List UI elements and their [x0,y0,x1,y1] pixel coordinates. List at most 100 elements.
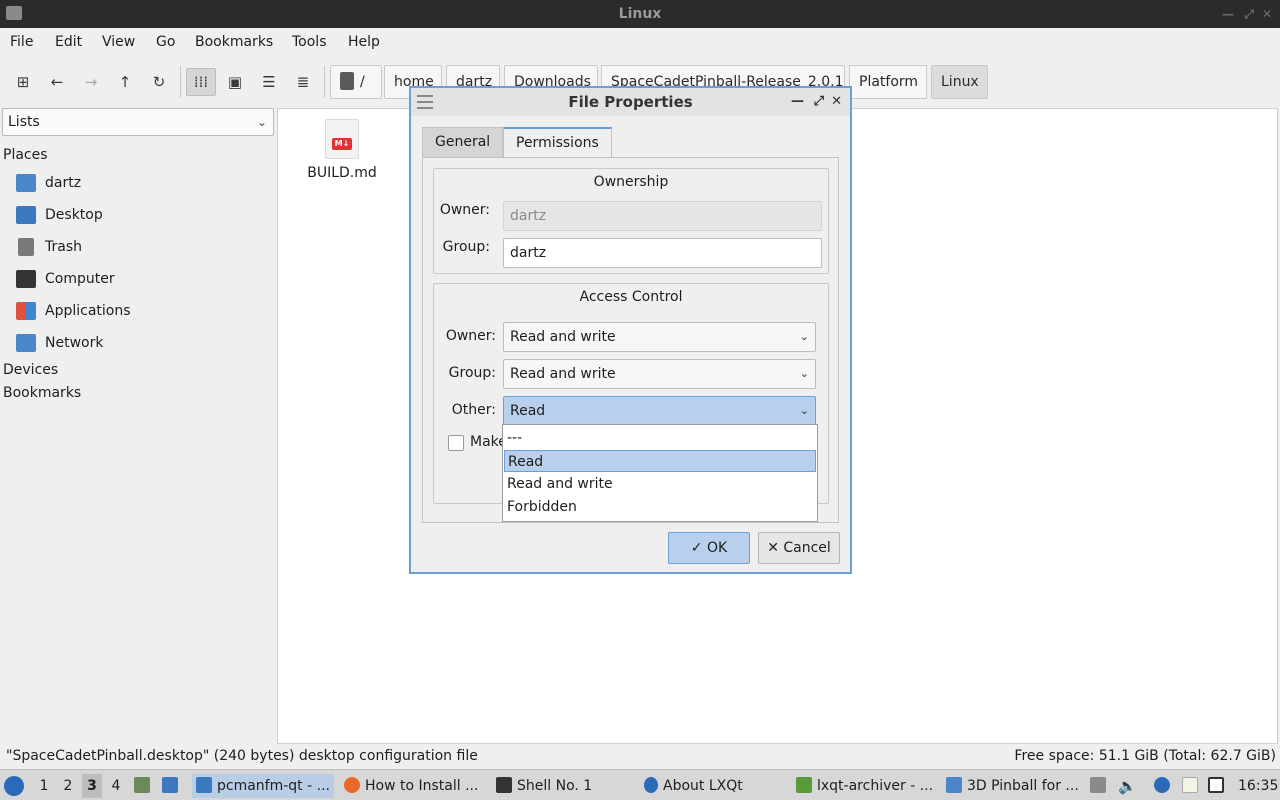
sidebar: Lists ⌄ Places dartz Desktop Trash Compu… [0,106,276,744]
breadcrumb-linux[interactable]: Linux [931,65,988,99]
tray-notes[interactable] [1182,774,1204,798]
chevron-down-icon: ⌄ [799,404,809,417]
breadcrumb-root-label: / [360,74,365,90]
network-monitor-icon [1208,777,1224,793]
archive-icon [134,777,150,793]
lxqt-logo-icon [4,776,24,796]
desktop-2[interactable]: 2 [58,774,78,798]
minimize-icon[interactable]: — [791,88,804,116]
desktop-1[interactable]: 1 [34,774,54,798]
dropdown-option-read-write[interactable]: Read and write [504,473,816,495]
menu-file[interactable]: File [10,34,33,50]
owner-label: Owner: [439,202,490,218]
tray-volume[interactable]: 🔈 [1118,774,1138,798]
network-icon [16,334,36,352]
dropdown-option-none[interactable]: --- [504,427,816,449]
task-lxqt-archiver[interactable]: lxqt-archiver - ... [792,774,936,798]
icon-view-icon[interactable]: ⁞⁞⁞ [186,68,216,96]
breadcrumb-platform[interactable]: Platform [849,65,927,99]
make-executable-checkbox[interactable] [448,435,464,451]
places-header[interactable]: Places [3,147,48,163]
task-pcmanfm[interactable]: pcmanfm-qt - ... [192,774,334,798]
sidebar-item-label: Computer [45,271,115,287]
toolbar-separator [324,66,325,98]
task-shell[interactable]: Shell No. 1 [492,774,632,798]
task-pinball[interactable]: 3D Pinball for ... [942,774,1084,798]
tab-permissions[interactable]: Permissions [503,127,612,157]
task-label: Shell No. 1 [517,778,593,794]
ownership-group: Ownership Owner: dartz Group: dartz [433,168,829,274]
tray-notification[interactable] [1154,774,1174,798]
window-icon [946,777,962,793]
ok-button[interactable]: ✓ OK [668,532,750,564]
menu-go[interactable]: Go [156,34,175,50]
compact-view-icon[interactable]: ☰ [254,68,284,96]
tray-network[interactable] [1208,774,1230,798]
window-title: Linux [618,6,662,22]
volume-icon: 🔈 [1118,777,1137,795]
task-browser[interactable]: How to Install ... [340,774,486,798]
access-group-value: Read and write [510,366,616,382]
close-icon[interactable]: ✕ [1262,0,1272,28]
quicklaunch-desktop[interactable] [162,774,184,798]
dialog-title: File Properties [568,93,693,111]
back-icon[interactable]: ← [42,68,72,96]
sidebar-item-applications[interactable]: Applications [16,299,131,323]
menu-help[interactable]: Help [348,34,380,50]
task-label: pcmanfm-qt - ... [217,778,330,794]
tray-clipboard[interactable] [1090,774,1110,798]
home-folder-icon [16,174,36,192]
computer-icon [16,270,36,288]
close-icon: ✕ [767,540,784,556]
new-tab-icon[interactable]: ⊞ [8,68,38,96]
folder-icon [196,777,212,793]
close-icon[interactable]: ✕ [831,88,842,116]
sidebar-item-computer[interactable]: Computer [16,267,115,291]
sidebar-item-network[interactable]: Network [16,331,103,355]
minimize-icon[interactable]: — [1222,0,1234,28]
task-label: About LXQt [663,778,743,794]
cancel-button[interactable]: ✕ Cancel [758,532,840,564]
access-other-select[interactable]: Read ⌄ [503,396,816,426]
menu-bookmarks[interactable]: Bookmarks [195,34,273,50]
desktop-3[interactable]: 3 [82,774,102,798]
reload-icon[interactable]: ↻ [144,68,174,96]
sidebar-item-trash[interactable]: Trash [16,235,82,259]
sidebar-view-combo[interactable]: Lists ⌄ [2,108,274,136]
sidebar-item-label: Applications [45,303,131,319]
quicklaunch-archiver[interactable] [134,774,156,798]
sidebar-item-label: Trash [45,239,82,255]
access-group-select[interactable]: Read and write ⌄ [503,359,816,389]
clock[interactable]: 16:35 [1238,774,1278,798]
up-icon[interactable]: ↑ [110,68,140,96]
desktop-4[interactable]: 4 [106,774,126,798]
tab-general[interactable]: General [422,127,504,157]
menu-view[interactable]: View [102,34,135,50]
forward-icon[interactable]: → [76,68,106,96]
dropdown-option-forbidden[interactable]: Forbidden [504,496,816,518]
breadcrumb-root[interactable]: / [330,65,382,99]
sidebar-item-desktop[interactable]: Desktop [16,203,103,227]
menu-icon[interactable] [417,95,433,109]
drive-icon [340,72,354,90]
firefox-icon [344,777,360,793]
maximize-icon[interactable]: ⤢ [814,88,824,116]
devices-header[interactable]: Devices [3,362,58,378]
thumbnail-view-icon[interactable]: ▣ [220,68,250,96]
menu-edit[interactable]: Edit [55,34,82,50]
access-owner-select[interactable]: Read and write ⌄ [503,322,816,352]
sidebar-item-dartz[interactable]: dartz [16,171,81,195]
trash-icon [18,238,34,256]
cancel-label: Cancel [783,540,831,556]
file-item[interactable]: M↓ BUILD.md [298,115,386,181]
group-field[interactable]: dartz [503,238,822,268]
menu-tools[interactable]: Tools [292,34,327,50]
terminal-icon [496,777,512,793]
start-menu-button[interactable] [4,774,28,798]
bookmarks-header[interactable]: Bookmarks [3,385,81,401]
task-about-lxqt[interactable]: About LXQt [640,774,786,798]
detailed-view-icon[interactable]: ≣ [288,68,318,96]
maximize-icon[interactable]: ⤢ [1244,0,1254,28]
task-label: 3D Pinball for ... [967,778,1079,794]
dropdown-option-read[interactable]: Read [504,450,816,472]
